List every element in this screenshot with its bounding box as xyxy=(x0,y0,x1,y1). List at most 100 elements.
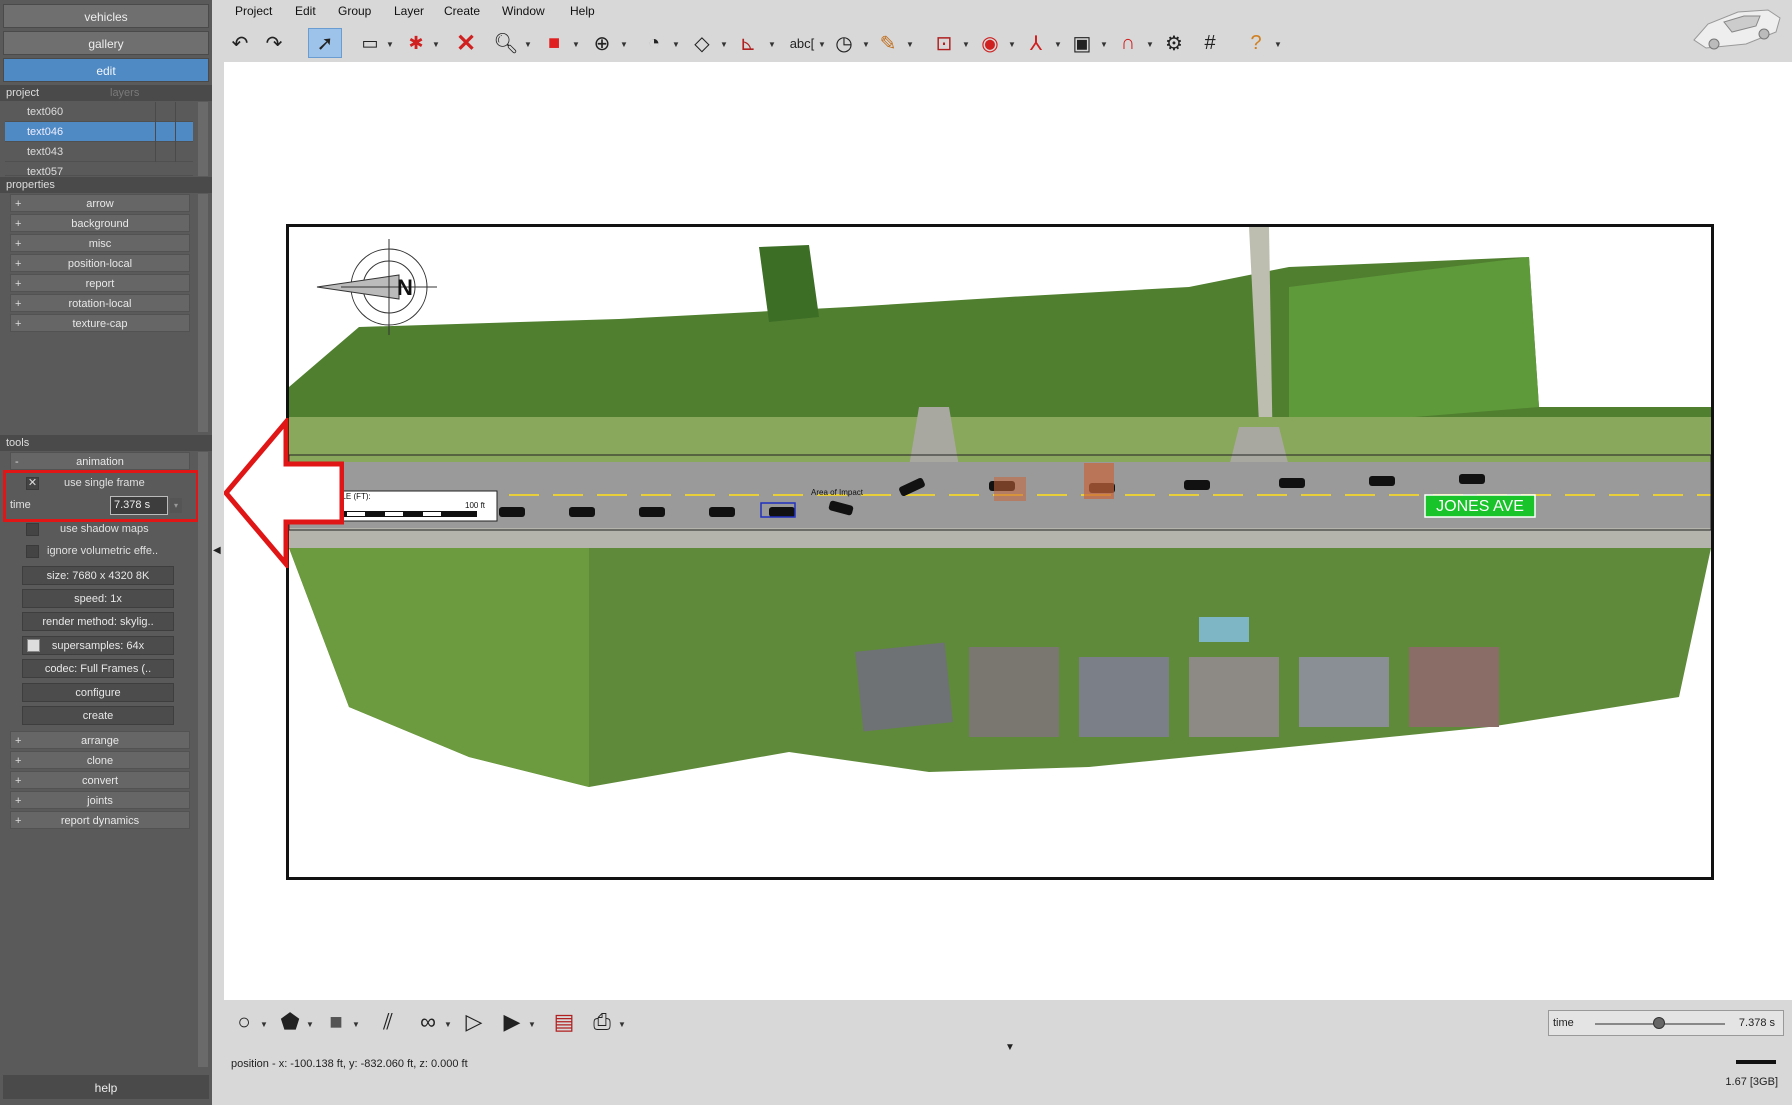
sequence-icon[interactable]: ▶ xyxy=(496,1006,528,1038)
prop-label: rotation-local xyxy=(68,298,132,310)
tool-label: animation xyxy=(76,456,124,468)
tool-arrange[interactable]: + arrange xyxy=(10,731,190,749)
gear-icon[interactable]: ⚙ xyxy=(1160,28,1188,58)
project-item[interactable]: text043 xyxy=(5,142,193,162)
time-input[interactable]: 7.378 s xyxy=(110,496,168,515)
image-icon[interactable]: ▣ xyxy=(1068,28,1096,58)
prop-position-local[interactable]: + position-local xyxy=(10,254,190,272)
ignore-volumetric-label: ignore volumetric effe.. xyxy=(47,545,159,557)
project-header-label[interactable]: project xyxy=(6,87,39,99)
use-single-frame-checkbox[interactable]: ✕ xyxy=(26,477,39,490)
prop-background[interactable]: + background xyxy=(10,214,190,232)
prop-label: report xyxy=(85,278,115,290)
help-icon[interactable]: ? xyxy=(1242,28,1270,58)
report-icon[interactable]: ▤ xyxy=(548,1006,580,1038)
cube-icon[interactable]: ■ xyxy=(540,28,568,58)
graph-icon[interactable]: ⫽ xyxy=(372,1006,404,1038)
menu-group[interactable]: Group xyxy=(338,4,371,18)
ignore-volumetric-checkbox[interactable] xyxy=(26,545,39,558)
tab-edit[interactable]: edit xyxy=(3,58,209,82)
menu-create[interactable]: Create xyxy=(444,4,480,18)
prop-arrow[interactable]: + arrow xyxy=(10,194,190,212)
circle-icon[interactable]: ○ xyxy=(228,1006,260,1038)
square-fill-icon[interactable]: ■ xyxy=(320,1006,352,1038)
tool-animation[interactable]: - animation xyxy=(10,452,190,470)
dimension-icon[interactable]: ⊾ xyxy=(734,28,762,58)
redo-icon[interactable]: ↷ xyxy=(260,28,288,58)
canvas-viewport[interactable]: Area of Impact N SCALE (FT): 0 100 ft xyxy=(224,62,1792,1000)
pencil-icon[interactable]: ✎ xyxy=(874,28,902,58)
magnet-icon[interactable]: ∩ xyxy=(1114,28,1142,58)
tab-gallery[interactable]: gallery xyxy=(3,31,209,55)
use-shadow-maps-checkbox[interactable] xyxy=(26,523,39,536)
move-icon[interactable]: ⊕ xyxy=(588,28,616,58)
create-button[interactable]: create xyxy=(22,706,174,725)
menu-layer[interactable]: Layer xyxy=(394,4,424,18)
zoom-icon[interactable]: 🔍︎ xyxy=(492,28,520,58)
time-dropdown-icon[interactable]: ▾ xyxy=(170,498,182,513)
help-button[interactable]: help xyxy=(3,1075,209,1099)
text-abc-icon[interactable]: abc[ xyxy=(782,28,822,58)
collapse-panel-icon[interactable]: ◀ xyxy=(213,545,221,556)
play-icon[interactable]: ▷ xyxy=(458,1006,490,1038)
speed-gauge-icon[interactable]: ◷ xyxy=(830,28,858,58)
undo-icon[interactable]: ↶ xyxy=(226,28,254,58)
tab-vehicles[interactable]: vehicles xyxy=(3,4,209,28)
menu-window[interactable]: Window xyxy=(502,4,545,18)
project-scrollbar[interactable] xyxy=(198,102,208,176)
impact-label: Area of Impact xyxy=(811,488,864,497)
axis-icon[interactable]: ⅄ xyxy=(1022,28,1050,58)
prop-misc[interactable]: + misc xyxy=(10,234,190,252)
print-icon[interactable]: ⎙ xyxy=(586,1006,618,1038)
ignore-volumetric-row[interactable]: ignore volumetric effe.. xyxy=(22,542,192,561)
record-icon[interactable]: ◉ xyxy=(976,28,1004,58)
tool-joints[interactable]: + joints xyxy=(10,791,190,809)
project-item[interactable]: text060 xyxy=(5,102,193,122)
tool-convert[interactable]: + convert xyxy=(10,771,190,789)
codec-button[interactable]: codec: Full Frames (.. xyxy=(22,659,174,678)
prop-rotation-local[interactable]: + rotation-local xyxy=(10,294,190,312)
measure-icon[interactable]: ◔ xyxy=(640,28,668,58)
menu-help[interactable]: Help xyxy=(570,4,595,18)
use-single-frame-row[interactable]: ✕ use single frame xyxy=(22,474,192,493)
menu-project[interactable]: Project xyxy=(235,4,272,18)
properties-scrollbar[interactable] xyxy=(198,194,208,432)
expand-icon: + xyxy=(15,318,22,330)
configure-button[interactable]: configure xyxy=(22,683,174,702)
render-method-button[interactable]: render method: skylig.. xyxy=(22,612,174,631)
time-label: time xyxy=(10,499,31,511)
speed-button[interactable]: speed: 1x xyxy=(22,589,174,608)
prop-texture-cap[interactable]: + texture-cap xyxy=(10,314,190,332)
tools-scrollbar[interactable] xyxy=(198,452,208,1067)
use-shadow-maps-row[interactable]: use shadow maps xyxy=(22,520,192,539)
path-icon[interactable]: ∞ xyxy=(412,1006,444,1038)
tool-report-dynamics[interactable]: + report dynamics xyxy=(10,811,190,829)
target-point-icon[interactable]: ⊡ xyxy=(930,28,958,58)
select-arrow-icon[interactable]: ➚ xyxy=(308,28,342,58)
grid-icon[interactable]: # xyxy=(1196,28,1224,58)
prop-report[interactable]: + report xyxy=(10,274,190,292)
prop-label: texture-cap xyxy=(72,318,128,330)
expand-icon: + xyxy=(15,278,22,290)
layers-header-label[interactable]: layers xyxy=(110,85,139,101)
time-slider-thumb[interactable] xyxy=(1652,1017,1665,1029)
tool-clone[interactable]: + clone xyxy=(10,751,190,769)
menu-edit[interactable]: Edit xyxy=(295,4,316,18)
eraser-icon[interactable]: ◇ xyxy=(688,28,716,58)
supersamples-button[interactable]: supersamples: 64x xyxy=(22,636,174,655)
time-slider-value: 7.378 s xyxy=(1738,1017,1775,1029)
delete-icon[interactable]: ✕ xyxy=(452,28,480,58)
size-button[interactable]: size: 7680 x 4320 8K xyxy=(22,566,174,585)
expand-icon: + xyxy=(15,795,22,807)
prop-label: arrow xyxy=(86,198,114,210)
project-item[interactable]: text057 xyxy=(5,162,193,176)
use-single-frame-label: use single frame xyxy=(64,477,145,489)
street-sign-text: JONES AVE xyxy=(1436,498,1524,515)
delete-vertex-icon[interactable]: ✱ xyxy=(402,28,430,58)
rect-select-icon[interactable]: ▭ xyxy=(356,28,384,58)
memory-bar xyxy=(1736,1060,1776,1064)
project-item-selected[interactable]: text046 xyxy=(5,122,193,142)
prop-label: background xyxy=(71,218,129,230)
expand-down-icon[interactable]: ▼ xyxy=(1005,1042,1015,1053)
shape-icon[interactable]: ⬟ xyxy=(274,1006,306,1038)
